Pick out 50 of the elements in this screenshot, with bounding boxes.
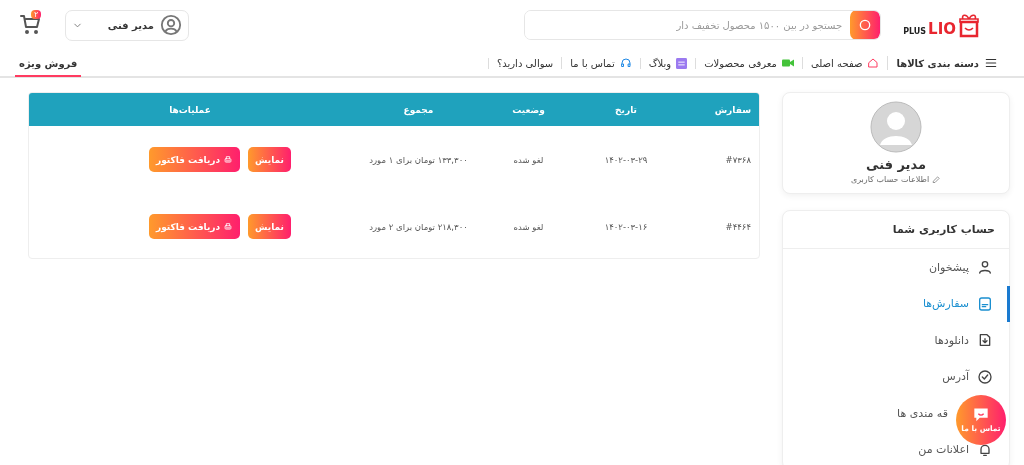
account-menu-item[interactable]: پیشخوان	[783, 249, 1010, 286]
cart-count-badge: ۲	[31, 10, 41, 19]
account-info-link[interactable]: اطلاعات حساب کاربری	[850, 175, 942, 184]
pencil-icon	[932, 175, 942, 184]
user-avatar-icon	[160, 14, 182, 36]
nav-link[interactable]: وبلاگ	[639, 57, 696, 69]
menu-icon	[984, 56, 998, 70]
account-menu-item[interactable]: سفارش‌ها	[783, 285, 1010, 322]
special-sale-tab[interactable]: فروش ویژه	[15, 51, 82, 77]
table-cell-text: ۱۴۰۲-۰۳-۲۹	[603, 154, 649, 165]
column-header: مجموع	[402, 104, 435, 115]
column-header: تاریخ	[614, 104, 638, 115]
printer-icon	[223, 154, 234, 165]
search-field[interactable]: جستجو در بین ۱۵۰۰ محصول تخفیف دار	[524, 10, 882, 40]
table-cell-text: ۱۴۰۲-۰۳-۱۶	[603, 221, 649, 232]
account-menu-item[interactable]: دانلودها	[783, 322, 1010, 359]
nav-link[interactable]: صفحه اصلی	[801, 57, 888, 69]
printer-icon	[223, 221, 234, 232]
document-icon	[977, 295, 993, 312]
column-header: عملیات‌ها	[168, 104, 212, 115]
nav-link[interactable]: تماس با ما	[561, 57, 640, 69]
download-file-icon	[977, 332, 993, 349]
gift-logo-icon	[958, 12, 980, 38]
logo-subtext: PLUS	[903, 27, 927, 36]
logo-text: LIO	[928, 20, 956, 38]
blog-icon	[676, 57, 688, 69]
search-button[interactable]	[850, 11, 881, 39]
nav-link[interactable]: دسته بندی کالاها	[887, 56, 1006, 70]
shield-check-icon	[977, 368, 993, 385]
home-icon	[867, 57, 880, 69]
column-header: سفارش	[713, 104, 751, 115]
account-menu-item[interactable]: آدرس	[783, 358, 1010, 395]
chat-smile-icon	[973, 407, 989, 422]
table-cell-text: لغو شده	[512, 154, 545, 165]
profile-name: مدیر فنی	[866, 157, 926, 172]
account-menu-title: حساب کاربری شما	[783, 211, 1009, 249]
avatar	[870, 101, 922, 153]
table-cell-text: ۲۱۸,۳۰۰ تومان برای ۲ مورد	[368, 221, 469, 232]
video-camera-icon	[781, 58, 794, 68]
user-menu-button[interactable]: مدیر فنی	[65, 9, 189, 41]
table-cell-text: #۷۳۶۸	[724, 154, 751, 165]
table-cell-text: ۱۳۳,۳۰۰ تومان برای ۱ مورد	[368, 154, 469, 165]
headset-icon	[619, 57, 632, 69]
account-menu-item[interactable]: قه مندی ها	[895, 395, 953, 432]
table-cell-text: لغو شده	[512, 221, 545, 232]
user-icon	[977, 259, 993, 276]
table-cell-text: #۴۴۶۴	[724, 221, 751, 232]
column-header: وضعیت	[511, 104, 546, 115]
nav-link[interactable]: معرفی محصولات	[695, 57, 802, 69]
nav-link[interactable]: سوالی دارید؟	[487, 57, 562, 69]
